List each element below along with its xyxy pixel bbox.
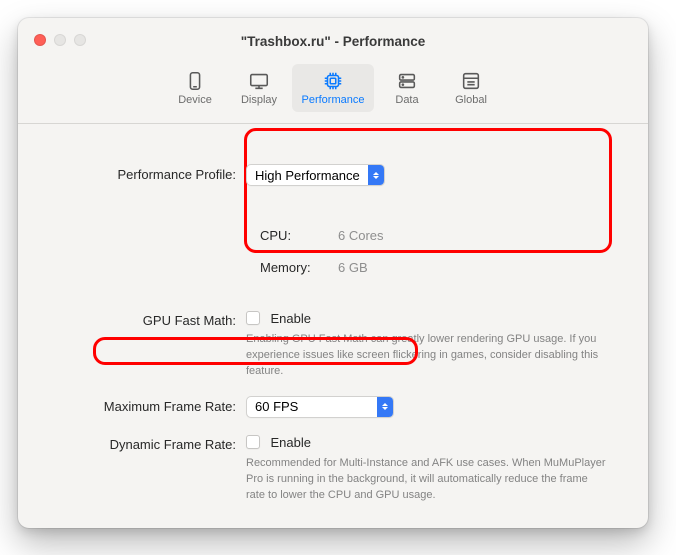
- window-title: "Trashbox.ru" - Performance: [241, 34, 426, 49]
- label-gpu-fast-math: GPU Fast Math:: [46, 310, 246, 328]
- specs-panel: CPU: 6 Cores Memory: 6 GB: [246, 210, 596, 294]
- tab-bar: Device Display Performance Data Global: [18, 64, 648, 124]
- label-dynamic-frame-rate: Dynamic Frame Rate:: [46, 434, 246, 452]
- performance-profile-value: High Performance: [255, 168, 360, 183]
- content: Performance Profile: High Performance CP…: [18, 124, 648, 504]
- spec-row-cpu: CPU: 6 Cores: [260, 222, 582, 248]
- max-frame-rate-select[interactable]: 60 FPS: [246, 396, 394, 418]
- display-icon: [248, 70, 270, 92]
- chevron-updown-icon: [368, 165, 384, 185]
- gpu-fast-math-enable-label: Enable: [270, 311, 310, 326]
- spec-memory-value: 6 GB: [338, 260, 368, 275]
- tab-performance[interactable]: Performance: [292, 64, 374, 112]
- data-icon: [396, 70, 418, 92]
- chip-icon: [322, 70, 344, 92]
- spec-cpu-label: CPU:: [260, 228, 320, 243]
- chevron-updown-icon: [377, 397, 393, 417]
- global-icon: [460, 70, 482, 92]
- row-dynamic-frame-rate: Dynamic Frame Rate: Enable Recommended f…: [46, 434, 620, 504]
- titlebar: "Trashbox.ru" - Performance: [18, 18, 648, 64]
- dynamic-frame-rate-enable-label: Enable: [270, 435, 310, 450]
- gpu-fast-math-help: Enabling GPU Fast Math can greatly lower…: [246, 332, 606, 380]
- gpu-fast-math-checkbox[interactable]: [246, 311, 260, 325]
- spec-row-memory: Memory: 6 GB: [260, 254, 582, 280]
- label-max-frame-rate: Maximum Frame Rate:: [46, 396, 246, 414]
- minimize-icon[interactable]: [54, 34, 66, 46]
- performance-profile-select[interactable]: High Performance: [246, 164, 385, 186]
- device-icon: [184, 70, 206, 92]
- row-gpu-fast-math: GPU Fast Math: Enable Enabling GPU Fast …: [46, 310, 620, 380]
- dynamic-frame-rate-help: Recommended for Multi-Instance and AFK u…: [246, 456, 606, 504]
- dynamic-frame-rate-checkbox[interactable]: [246, 435, 260, 449]
- tab-global[interactable]: Global: [440, 64, 502, 112]
- row-max-frame-rate: Maximum Frame Rate: 60 FPS: [46, 396, 620, 418]
- zoom-icon[interactable]: [74, 34, 86, 46]
- spec-memory-label: Memory:: [260, 260, 320, 275]
- close-icon[interactable]: [34, 34, 46, 46]
- tab-display[interactable]: Display: [228, 64, 290, 112]
- tab-device[interactable]: Device: [164, 64, 226, 112]
- tab-data[interactable]: Data: [376, 64, 438, 112]
- max-frame-rate-value: 60 FPS: [255, 399, 298, 414]
- spec-cpu-value: 6 Cores: [338, 228, 384, 243]
- label-performance-profile: Performance Profile:: [46, 164, 246, 182]
- row-performance-profile: Performance Profile: High Performance CP…: [46, 164, 620, 294]
- settings-window: "Trashbox.ru" - Performance Device Displ…: [18, 18, 648, 528]
- traffic-lights: [34, 34, 86, 46]
